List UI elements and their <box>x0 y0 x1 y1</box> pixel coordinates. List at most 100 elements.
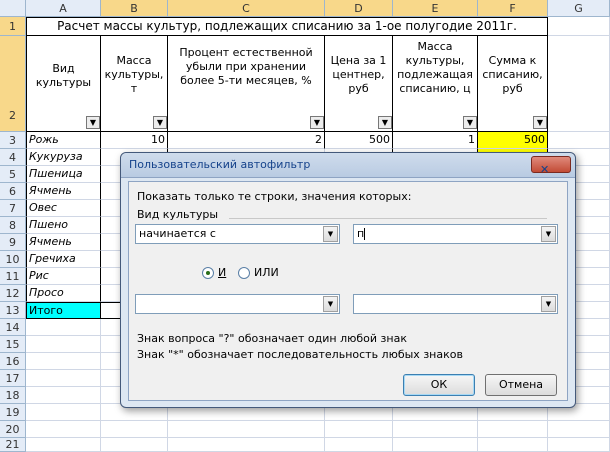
sheet-title-cell[interactable]: Расчет массы культур, подлежащих списани… <box>26 17 548 36</box>
grid-cell[interactable] <box>548 132 610 149</box>
column-header-d[interactable]: D <box>325 0 393 17</box>
filter-arrow-icon: ▼ <box>156 118 164 127</box>
cell-a4[interactable]: Кукуруза <box>26 149 101 166</box>
grid-cell[interactable] <box>168 421 325 438</box>
cell-a3[interactable]: Рожь <box>26 132 101 149</box>
grid-cell[interactable] <box>548 421 610 438</box>
grid-cell[interactable] <box>26 336 101 353</box>
row-header-20[interactable]: 20 <box>0 421 26 438</box>
cell-a6[interactable]: Ячмень <box>26 183 101 200</box>
column-header-e[interactable]: E <box>393 0 478 17</box>
grid-cell[interactable] <box>26 387 101 404</box>
row-header-19[interactable]: 19 <box>0 404 26 421</box>
row-header-16[interactable]: 16 <box>0 353 26 370</box>
grid-cell[interactable] <box>325 421 393 438</box>
dialog-titlebar[interactable]: Пользовательский автофильтр ✕ <box>121 153 575 178</box>
grid-cell[interactable] <box>325 438 393 452</box>
dropdown-arrow-icon[interactable]: ▼ <box>323 226 338 242</box>
grid-cell[interactable] <box>26 438 101 452</box>
cell-a7[interactable]: Овес <box>26 200 101 217</box>
row-header-11[interactable]: 11 <box>0 268 26 285</box>
filter-dropdown-f[interactable]: ▼ <box>533 116 547 129</box>
grid-cell[interactable] <box>393 421 478 438</box>
condition2-value-input[interactable]: ▼ <box>353 294 558 314</box>
ok-button[interactable]: ОК <box>403 374 475 396</box>
header-loss-percent-label: Процент естественной убыли при хранении … <box>179 46 313 87</box>
instruction-label: Показать только те строки, значения кото… <box>137 190 412 203</box>
grid-cell[interactable] <box>26 319 101 336</box>
row-header-1[interactable]: 1 <box>0 17 26 36</box>
field-name-label: Вид культуры <box>137 208 219 221</box>
row-header-7[interactable]: 7 <box>0 200 26 217</box>
cancel-button[interactable]: Отмена <box>485 374 557 396</box>
grid-cell[interactable] <box>26 370 101 387</box>
filter-arrow-icon: ▼ <box>313 118 321 127</box>
condition1-value-input[interactable]: п ▼ <box>353 224 558 244</box>
filter-dropdown-a[interactable]: ▼ <box>86 116 100 129</box>
grid-cell[interactable] <box>478 438 548 452</box>
cell-c3[interactable]: 2 <box>168 132 325 149</box>
header-writeoff-sum-label: Сумма к списанию, руб <box>482 54 543 95</box>
row-header-9[interactable]: 9 <box>0 234 26 251</box>
grid-cell[interactable] <box>168 438 325 452</box>
row-header-10[interactable]: 10 <box>0 251 26 268</box>
cell-e3[interactable]: 1 <box>393 132 478 149</box>
cell-a5[interactable]: Пшеница <box>26 166 101 183</box>
grid-cell[interactable] <box>548 36 610 132</box>
grid-cell[interactable] <box>548 17 610 36</box>
or-radio-label[interactable]: ИЛИ <box>254 266 279 279</box>
row-header-21[interactable]: 21 <box>0 438 26 452</box>
or-radio[interactable] <box>238 267 250 279</box>
dropdown-arrow-icon[interactable]: ▼ <box>541 296 556 312</box>
row-header-14[interactable]: 14 <box>0 319 26 336</box>
row-header-18[interactable]: 18 <box>0 387 26 404</box>
filter-dropdown-e[interactable]: ▼ <box>463 116 477 129</box>
row-header-17[interactable]: 17 <box>0 370 26 387</box>
cell-a13-total[interactable]: Итого <box>26 302 101 319</box>
close-button[interactable]: ✕ <box>531 156 571 176</box>
close-icon: ✕ <box>540 163 550 176</box>
and-radio[interactable] <box>202 267 214 279</box>
row-header-4[interactable]: 4 <box>0 149 26 166</box>
grid-cell[interactable] <box>548 438 610 452</box>
column-header-g[interactable]: G <box>548 0 610 17</box>
grid-cell[interactable] <box>393 438 478 452</box>
cell-f3[interactable]: 500 <box>478 132 548 149</box>
grid-cell[interactable] <box>26 404 101 421</box>
row-header-15[interactable]: 15 <box>0 336 26 353</box>
cell-a10[interactable]: Гречиха <box>26 251 101 268</box>
condition1-operator-select[interactable]: начинается с ▼ <box>135 224 340 244</box>
row-header-13[interactable]: 13 <box>0 302 26 319</box>
column-header-f[interactable]: F <box>478 0 548 17</box>
row-header-5[interactable]: 5 <box>0 166 26 183</box>
row-header-6[interactable]: 6 <box>0 183 26 200</box>
grid-cell[interactable] <box>478 421 548 438</box>
row-header-3[interactable]: 3 <box>0 132 26 149</box>
filter-dropdown-d[interactable]: ▼ <box>378 116 392 129</box>
cell-d3[interactable]: 500 <box>325 132 393 149</box>
hint-question-mark: Знак вопроса "?" обозначает один любой з… <box>137 332 407 345</box>
filter-dropdown-c[interactable]: ▼ <box>310 116 324 129</box>
dropdown-arrow-icon[interactable]: ▼ <box>323 296 338 312</box>
grid-cell[interactable] <box>101 421 168 438</box>
grid-cell[interactable] <box>26 421 101 438</box>
column-header-c[interactable]: C <box>168 0 325 17</box>
grid-cell[interactable] <box>26 353 101 370</box>
cell-a8[interactable]: Пшено <box>26 217 101 234</box>
and-radio-label[interactable]: И <box>218 266 226 279</box>
grid-cell[interactable] <box>101 438 168 452</box>
dropdown-arrow-icon[interactable]: ▼ <box>541 226 556 242</box>
cell-a12[interactable]: Просо <box>26 285 101 302</box>
select-all-corner[interactable] <box>0 0 26 17</box>
header-loss-percent[interactable]: Процент естественной убыли при хранении … <box>168 36 325 132</box>
column-header-b[interactable]: B <box>101 0 168 17</box>
column-header-a[interactable]: A <box>26 0 101 17</box>
cell-a9[interactable]: Ячмень <box>26 234 101 251</box>
row-header-8[interactable]: 8 <box>0 217 26 234</box>
row-header-12[interactable]: 12 <box>0 285 26 302</box>
cell-a11[interactable]: Рис <box>26 268 101 285</box>
row-header-2[interactable]: 2 <box>0 36 26 132</box>
condition2-operator-select[interactable]: ▼ <box>135 294 340 314</box>
filter-dropdown-b[interactable]: ▼ <box>153 116 167 129</box>
cell-b3[interactable]: 10 <box>101 132 168 149</box>
